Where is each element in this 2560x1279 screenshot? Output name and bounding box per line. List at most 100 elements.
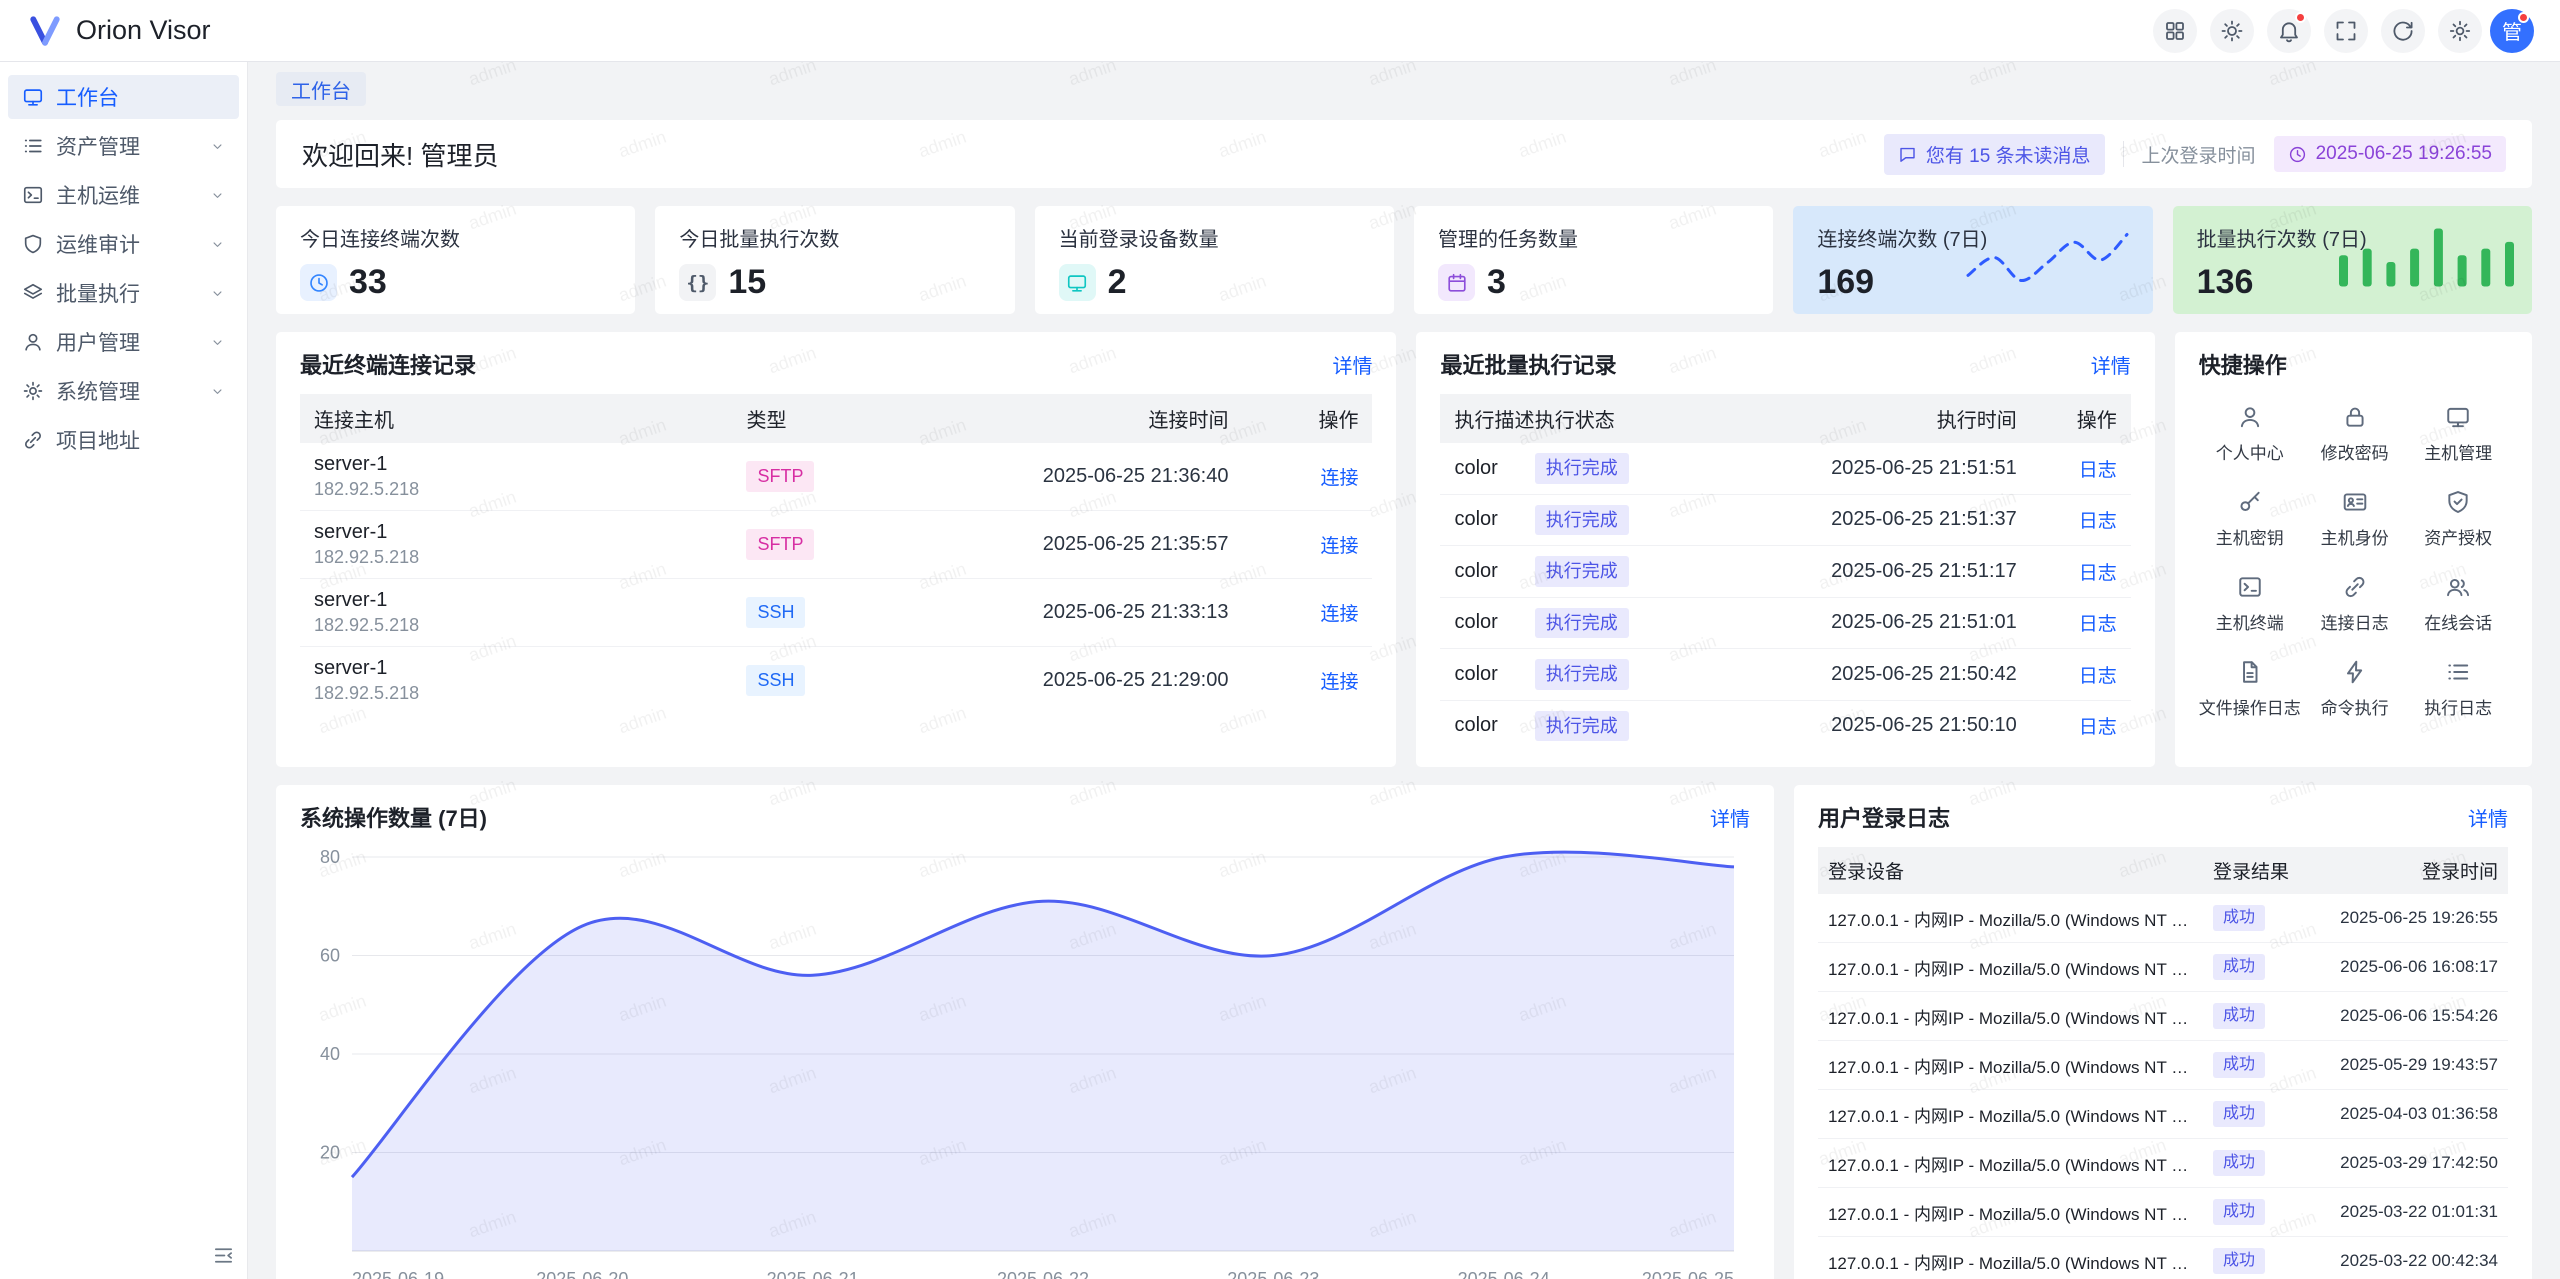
sidebar-item-project[interactable]: 项目地址 xyxy=(8,418,239,462)
login-device: 127.0.0.1 - 内网IP - Mozilla/5.0 (Windows … xyxy=(1818,992,2203,1041)
collapse-sidebar-icon[interactable] xyxy=(212,1244,235,1267)
apps-grid-icon[interactable] xyxy=(2153,9,2197,53)
batch-record-row: color执行完成2025-06-25 21:51:17日志 xyxy=(1440,546,2130,598)
stat-card-value: 169 xyxy=(1817,263,1874,302)
log-link[interactable]: 日志 xyxy=(2079,717,2117,738)
list-icon xyxy=(2445,659,2471,685)
svg-text:2025-06-19: 2025-06-19 xyxy=(352,1269,444,1279)
sidebar-item-users[interactable]: 用户管理 xyxy=(8,320,239,364)
file-icon xyxy=(2237,659,2263,685)
avatar-notification-dot xyxy=(2518,12,2529,23)
quick-action-file-op-log[interactable]: 文件操作日志 xyxy=(2199,659,2301,719)
user-avatar[interactable]: 管 xyxy=(2490,9,2534,53)
sidebar-item-system[interactable]: 系统管理 xyxy=(8,369,239,413)
stat-card-value: 15 xyxy=(728,263,766,302)
log-link[interactable]: 日志 xyxy=(2079,563,2117,584)
terminal-icon xyxy=(22,184,44,206)
quick-action-host-terminal[interactable]: 主机终端 xyxy=(2199,574,2301,634)
terminal-record-row: server-1182.92.5.218SFTP2025-06-25 21:35… xyxy=(300,511,1372,579)
quick-action-host-manage[interactable]: 主机管理 xyxy=(2408,404,2508,464)
connect-link[interactable]: 连接 xyxy=(1320,604,1358,625)
stat-card-value: 33 xyxy=(349,263,387,302)
log-link[interactable]: 日志 xyxy=(2079,511,2117,532)
breadcrumb-item-workbench[interactable]: 工作台 xyxy=(276,72,366,106)
quick-action-exec-log[interactable]: 执行日志 xyxy=(2408,659,2508,719)
sidebar-item-assets[interactable]: 资产管理 xyxy=(8,124,239,168)
stat-card-label: 今日连接终端次数 xyxy=(300,223,611,252)
batch-record-row: color执行完成2025-06-25 21:50:42日志 xyxy=(1440,649,2130,701)
protocol-badge: SSH xyxy=(746,597,805,628)
connect-link[interactable]: 连接 xyxy=(1320,672,1358,693)
quick-action-online-session[interactable]: 在线会话 xyxy=(2408,574,2508,634)
fullscreen-icon[interactable] xyxy=(2324,9,2368,53)
monitor-icon xyxy=(22,86,44,108)
lock-icon xyxy=(2342,404,2368,430)
exec-time: 2025-06-25 21:51:01 xyxy=(1711,597,2031,649)
exec-time: 2025-06-25 21:51:17 xyxy=(1711,546,2031,598)
welcome-title: 欢迎回来! 管理员 xyxy=(302,136,498,173)
braces-icon: {} xyxy=(679,264,716,301)
sidebar-item-host-ops[interactable]: 主机运维 xyxy=(8,173,239,217)
breadcrumb: 工作台 xyxy=(276,72,2532,106)
login-log-row: 127.0.0.1 - 内网IP - Mozilla/5.0 (Windows … xyxy=(1818,992,2508,1041)
quick-action-host-identity[interactable]: 主机身份 xyxy=(2305,489,2405,549)
stat-card-value: 2 xyxy=(1108,263,1127,302)
exec-time: 2025-06-25 21:51:51 xyxy=(1711,443,2031,494)
sidebar-item-label: 项目地址 xyxy=(56,425,140,455)
sidebar-item-batch-exec[interactable]: 批量执行 xyxy=(8,271,239,315)
orion-visor-dashboard: Orion Visor 管 工作台资产管理主机运维运维审计批量执行用户管理系统管… xyxy=(0,0,2560,1279)
exec-time: 2025-06-25 21:51:37 xyxy=(1711,494,2031,546)
chevron-down-icon xyxy=(210,237,225,252)
connect-link[interactable]: 连接 xyxy=(1320,536,1358,557)
quick-action-label: 主机终端 xyxy=(2216,609,2284,634)
host-ip: 182.92.5.218 xyxy=(314,547,718,568)
stat-card-today-terminal: 今日连接终端次数 33 xyxy=(276,206,635,314)
exec-description: color xyxy=(1440,443,1520,494)
quick-action-profile[interactable]: 个人中心 xyxy=(2199,404,2301,464)
login-result-badge: 成功 xyxy=(2213,1101,2265,1127)
settings-gear-icon[interactable] xyxy=(2438,9,2482,53)
notifications-bell-icon[interactable] xyxy=(2267,9,2311,53)
batch-detail-link[interactable]: 详情 xyxy=(2091,350,2131,379)
quick-action-asset-grant[interactable]: 资产授权 xyxy=(2408,489,2508,549)
log-link[interactable]: 日志 xyxy=(2079,614,2117,635)
login-time: 2025-06-06 15:54:26 xyxy=(2313,992,2508,1041)
message-icon xyxy=(1898,145,1917,164)
login-log-row: 127.0.0.1 - 内网IP - Mozilla/5.0 (Windows … xyxy=(1818,894,2508,943)
exec-description: color xyxy=(1440,494,1520,546)
quick-action-change-password[interactable]: 修改密码 xyxy=(2305,404,2405,464)
chevron-down-icon xyxy=(210,286,225,301)
batch-record-row: color执行完成2025-06-25 21:50:10日志 xyxy=(1440,700,2130,751)
stat-card-label: 今日批量执行次数 xyxy=(679,223,990,252)
login-logs-table: 登录设备登录结果登录时间127.0.0.1 - 内网IP - Mozilla/5… xyxy=(1818,847,2508,1279)
unread-messages-chip[interactable]: 您有 15 条未读消息 xyxy=(1884,134,2105,175)
quick-action-host-key[interactable]: 主机密钥 xyxy=(2199,489,2301,549)
login-device: 127.0.0.1 - 内网IP - Mozilla/5.0 (Windows … xyxy=(1818,1139,2203,1188)
refresh-icon[interactable] xyxy=(2381,9,2425,53)
quick-action-label: 文件操作日志 xyxy=(2199,694,2301,719)
theme-light-icon[interactable] xyxy=(2210,9,2254,53)
sidebar-item-workbench[interactable]: 工作台 xyxy=(8,75,239,119)
quick-action-label: 修改密码 xyxy=(2321,439,2389,464)
login-device: 127.0.0.1 - 内网IP - Mozilla/5.0 (Windows … xyxy=(1818,1237,2203,1279)
connect-link[interactable]: 连接 xyxy=(1320,468,1358,489)
system-operations-panel: 系统操作数量 (7日) 详情 204060802025-06-192025-06… xyxy=(276,785,1774,1279)
login-detail-link[interactable]: 详情 xyxy=(2468,803,2508,832)
terminal-detail-link[interactable]: 详情 xyxy=(1332,350,1372,379)
exec-time: 2025-06-25 21:50:10 xyxy=(1711,700,2031,751)
stat-cards-row: 今日连接终端次数33今日批量执行次数{}15当前登录设备数量2管理的任务数量3连… xyxy=(276,206,2532,314)
terminal-connections-spark xyxy=(1960,227,2135,294)
column-header: 执行状态 xyxy=(1521,394,1711,443)
exec-status-badge: 执行完成 xyxy=(1535,505,1629,536)
chart-detail-link[interactable]: 详情 xyxy=(1710,803,1750,832)
list-icon xyxy=(22,135,44,157)
host-name: server-1 xyxy=(314,657,718,680)
quick-action-command-exec[interactable]: 命令执行 xyxy=(2305,659,2405,719)
log-link[interactable]: 日志 xyxy=(2079,666,2117,687)
log-link[interactable]: 日志 xyxy=(2079,460,2117,481)
quick-action-connect-log[interactable]: 连接日志 xyxy=(2305,574,2405,634)
chevron-down-icon xyxy=(210,188,225,203)
sidebar-item-audit[interactable]: 运维审计 xyxy=(8,222,239,266)
column-header: 登录设备 xyxy=(1818,847,2203,894)
connect-time: 2025-06-25 21:35:57 xyxy=(902,511,1242,579)
